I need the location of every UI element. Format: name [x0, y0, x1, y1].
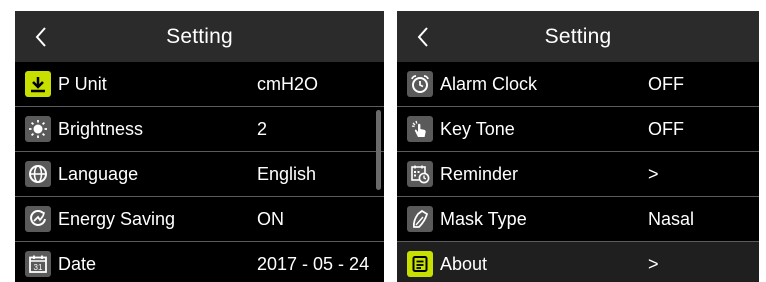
setting-value: OFF — [648, 118, 684, 139]
chevron-right-value: > — [648, 253, 659, 274]
setting-value: English — [257, 163, 317, 184]
setting-label: Language — [58, 163, 139, 184]
chevron-right-value: > — [648, 163, 659, 184]
setting-row-date[interactable]: 31 Date 2017 - 05 - 24 — [15, 242, 384, 282]
setting-label: About — [440, 253, 488, 274]
chevron-left-icon — [35, 26, 46, 47]
setting-row-about[interactable]: About > — [397, 242, 759, 282]
setting-label: Alarm Clock — [440, 73, 538, 94]
setting-row-mask-type[interactable]: Mask Type Nasal — [397, 197, 759, 242]
setting-label: Mask Type — [440, 208, 527, 229]
setting-value: ON — [257, 208, 284, 229]
alarm-clock-icon — [407, 71, 433, 97]
setting-label: Key Tone — [440, 118, 515, 139]
setting-label: Date — [58, 253, 97, 274]
calendar-icon: 31 — [25, 251, 51, 277]
document-icon — [407, 251, 433, 277]
globe-icon — [25, 161, 51, 187]
mask-icon — [407, 206, 433, 232]
setting-value: cmH2O — [257, 73, 319, 94]
header-bar: Setting — [15, 11, 384, 62]
setting-row-key-tone[interactable]: Key Tone OFF — [397, 107, 759, 152]
setting-row-brightness[interactable]: Brightness 2 — [15, 107, 384, 152]
hand-touch-icon — [407, 116, 433, 142]
setting-value: 2 — [257, 118, 268, 139]
setting-value: OFF — [648, 73, 684, 94]
setting-label: P Unit — [58, 73, 107, 94]
setting-row-reminder[interactable]: Reminder > — [397, 152, 759, 197]
energy-saving-icon — [25, 206, 51, 232]
download-icon — [25, 71, 51, 97]
page-title: Setting — [166, 24, 233, 48]
setting-row-p-unit[interactable]: P Unit cmH2O — [15, 62, 384, 107]
header-bar: Setting — [397, 11, 759, 62]
svg-text:31: 31 — [34, 263, 43, 272]
settings-screen-right: Setting Alarm Clock OFF Key Tone OFF Rem… — [397, 11, 759, 282]
setting-row-language[interactable]: Language English — [15, 152, 384, 197]
setting-row-energy-saving[interactable]: Energy Saving ON — [15, 197, 384, 242]
scrollbar[interactable] — [376, 110, 381, 190]
settings-screen-left: Setting P Unit cmH2O Brightness 2 Langua… — [15, 11, 384, 282]
calendar-clock-icon — [407, 161, 433, 187]
setting-value: 2017 - 05 - 24 — [257, 253, 370, 274]
brightness-icon — [25, 116, 51, 142]
setting-label: Brightness — [58, 118, 144, 139]
setting-label: Energy Saving — [58, 208, 176, 229]
page-title: Setting — [544, 24, 612, 48]
setting-value: Nasal — [648, 208, 695, 229]
back-button[interactable] — [23, 11, 59, 62]
setting-label: Reminder — [440, 163, 519, 184]
back-button[interactable] — [405, 11, 441, 62]
setting-row-alarm-clock[interactable]: Alarm Clock OFF — [397, 62, 759, 107]
chevron-left-icon — [417, 26, 428, 47]
